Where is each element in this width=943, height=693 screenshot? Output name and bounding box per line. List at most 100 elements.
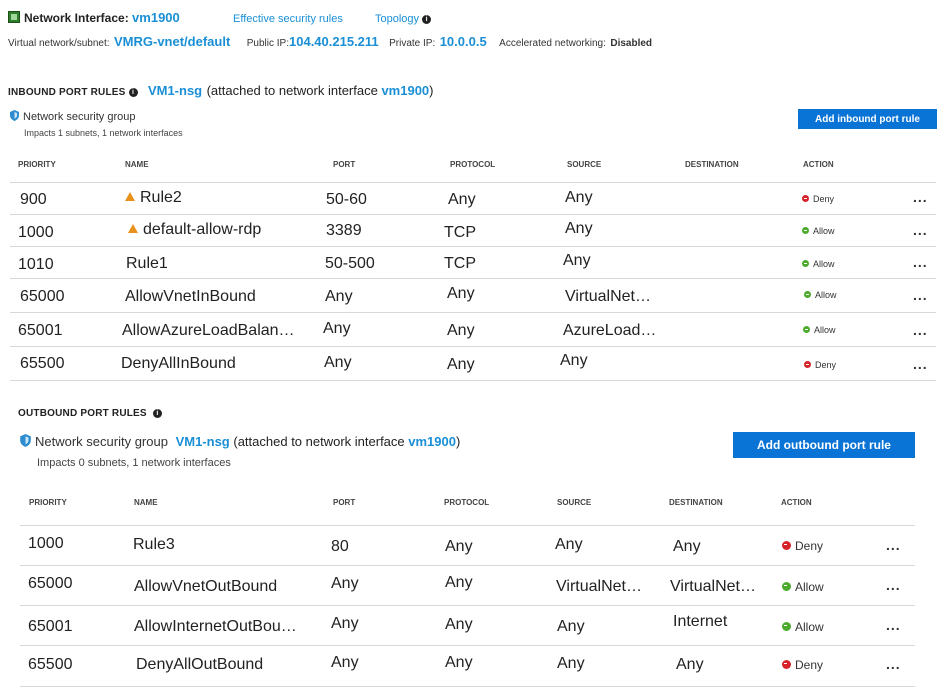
more-options-button[interactable]: ... bbox=[886, 617, 901, 633]
protocol-cell: TCP bbox=[444, 255, 476, 272]
priority-cell: 65000 bbox=[28, 575, 73, 592]
network-interface-icon bbox=[8, 11, 20, 23]
table-row[interactable]: 65000 AllowVnetOutBound Any Any VirtualN… bbox=[20, 565, 915, 606]
inbound-impacts: Impacts 1 subnets, 1 network interfaces bbox=[24, 128, 183, 138]
source-cell: VirtualNet… bbox=[556, 578, 642, 595]
more-options-button[interactable]: ... bbox=[886, 656, 901, 672]
outbound-header: OUTBOUND PORT RULES i bbox=[18, 403, 162, 421]
source-cell: AzureLoad… bbox=[563, 322, 657, 339]
port-cell: 80 bbox=[331, 538, 349, 555]
inbound-title: INBOUND PORT RULES bbox=[8, 87, 126, 98]
outbound-nsg-link[interactable]: VM1-nsg bbox=[176, 434, 230, 449]
source-cell: Any bbox=[565, 189, 593, 206]
table-row[interactable]: 900 Rule2 50-60 Any Any Deny ... bbox=[10, 182, 936, 215]
outbound-info-icon: i bbox=[152, 409, 162, 418]
action-label: Allow bbox=[815, 290, 837, 300]
port-cell: Any bbox=[331, 615, 359, 632]
outbound-col-protocol: PROTOCOL bbox=[444, 498, 490, 507]
destination-cell: Internet bbox=[673, 613, 728, 630]
action-label: Deny bbox=[795, 539, 824, 553]
outbound-nsg-label: Network security group bbox=[35, 434, 168, 449]
table-row[interactable]: 1010 Rule1 50-500 TCP Any Allow ... bbox=[10, 246, 936, 279]
action-cell: Deny bbox=[782, 539, 823, 553]
name-cell: DenyAllOutBound bbox=[136, 656, 264, 673]
table-row[interactable]: 1000 default-allow-rdp 3389 TCP Any Allo… bbox=[10, 214, 936, 247]
source-cell: Any bbox=[560, 352, 588, 369]
outbound-col-action: ACTION bbox=[781, 498, 812, 507]
port-cell: Any bbox=[331, 654, 359, 671]
allow-icon bbox=[802, 227, 809, 234]
table-row[interactable]: 65001 AllowInternetOutBou… Any Any Any I… bbox=[20, 605, 915, 646]
destination-cell: VirtualNet… bbox=[670, 578, 756, 595]
destination-cell: Any bbox=[673, 538, 701, 555]
effective-security-rules-link[interactable]: Effective security rules bbox=[233, 13, 343, 25]
priority-cell: 1000 bbox=[28, 535, 64, 552]
priority-cell: 65000 bbox=[20, 288, 65, 305]
inbound-nsg-link[interactable]: VM1-nsg bbox=[148, 83, 202, 98]
source-cell: Any bbox=[555, 536, 583, 553]
port-cell: 3389 bbox=[326, 222, 362, 239]
more-options-button[interactable]: ... bbox=[913, 356, 928, 372]
inbound-col-port: PORT bbox=[333, 160, 356, 169]
more-options-button[interactable]: ... bbox=[913, 254, 928, 270]
outbound-impacts: Impacts 0 subnets, 1 network interfaces bbox=[37, 457, 231, 469]
priority-cell: 1000 bbox=[18, 224, 54, 241]
outbound-col-destination: DESTINATION bbox=[669, 498, 723, 507]
table-row[interactable]: 1000 Rule3 80 Any Any Any Deny ... bbox=[20, 525, 915, 566]
outbound-col-port: PORT bbox=[333, 498, 356, 507]
source-cell: Any bbox=[557, 655, 585, 672]
table-row[interactable]: 65500 DenyAllOutBound Any Any Any Any De… bbox=[20, 645, 915, 687]
name-cell: Rule2 bbox=[125, 189, 182, 207]
action-cell: Deny bbox=[802, 194, 834, 204]
add-outbound-rule-button[interactable]: Add outbound port rule bbox=[733, 432, 915, 458]
protocol-cell: Any bbox=[445, 574, 473, 591]
more-options-button[interactable]: ... bbox=[913, 222, 928, 238]
inbound-attached-nic-link[interactable]: vm1900 bbox=[381, 83, 429, 98]
allow-icon bbox=[803, 326, 810, 333]
nic-name-link[interactable]: vm1900 bbox=[132, 10, 180, 25]
rule-name: default-allow-rdp bbox=[143, 221, 262, 238]
action-label: Allow bbox=[795, 580, 824, 594]
priority-cell: 900 bbox=[20, 191, 47, 208]
port-cell: 50-60 bbox=[326, 191, 367, 208]
rule-name: Rule2 bbox=[140, 189, 182, 206]
name-cell: DenyAllInBound bbox=[121, 355, 236, 372]
action-label: Allow bbox=[813, 259, 835, 269]
action-cell: Allow bbox=[782, 620, 824, 634]
more-options-button[interactable]: ... bbox=[913, 322, 928, 338]
action-cell: Allow bbox=[804, 290, 837, 300]
protocol-cell: TCP bbox=[444, 224, 476, 241]
inbound-nsg-label: Network security group bbox=[23, 111, 136, 123]
more-options-button[interactable]: ... bbox=[886, 577, 901, 593]
name-cell: AllowVnetInBound bbox=[125, 288, 256, 305]
deny-icon bbox=[802, 195, 809, 202]
warning-icon bbox=[128, 224, 138, 233]
public-ip-value[interactable]: 104.40.215.211 bbox=[289, 34, 379, 49]
priority-cell: 65500 bbox=[28, 656, 73, 673]
outbound-col-source: SOURCE bbox=[557, 498, 592, 507]
protocol-cell: Any bbox=[447, 285, 475, 302]
more-options-button[interactable]: ... bbox=[886, 537, 901, 553]
deny-icon bbox=[782, 541, 791, 550]
outbound-col-name: NAME bbox=[134, 498, 158, 507]
table-row[interactable]: 65500 DenyAllInBound Any Any Any Deny ..… bbox=[10, 346, 936, 381]
port-cell: Any bbox=[325, 288, 353, 305]
table-row[interactable]: 65001 AllowAzureLoadBalan… Any Any Azure… bbox=[10, 312, 936, 347]
action-cell: Deny bbox=[782, 658, 823, 672]
topology-link[interactable]: Topology bbox=[375, 13, 419, 25]
port-cell: Any bbox=[323, 320, 351, 337]
action-cell: Allow bbox=[802, 226, 835, 236]
inbound-info-icon: i bbox=[128, 88, 138, 97]
shield-icon bbox=[10, 110, 19, 121]
vnet-link[interactable]: VMRG-vnet/default bbox=[114, 34, 230, 49]
add-inbound-rule-button[interactable]: Add inbound port rule bbox=[798, 109, 937, 129]
name-cell: AllowVnetOutBound bbox=[134, 578, 278, 595]
more-options-button[interactable]: ... bbox=[913, 189, 928, 205]
action-label: Deny bbox=[815, 360, 837, 370]
source-cell: Any bbox=[565, 220, 593, 237]
outbound-attached-nic-link[interactable]: vm1900 bbox=[408, 434, 456, 449]
more-options-button[interactable]: ... bbox=[913, 287, 928, 303]
table-row[interactable]: 65000 AllowVnetInBound Any Any VirtualNe… bbox=[10, 278, 936, 313]
protocol-cell: Any bbox=[447, 322, 475, 339]
private-ip-value[interactable]: 10.0.0.5 bbox=[440, 34, 487, 49]
